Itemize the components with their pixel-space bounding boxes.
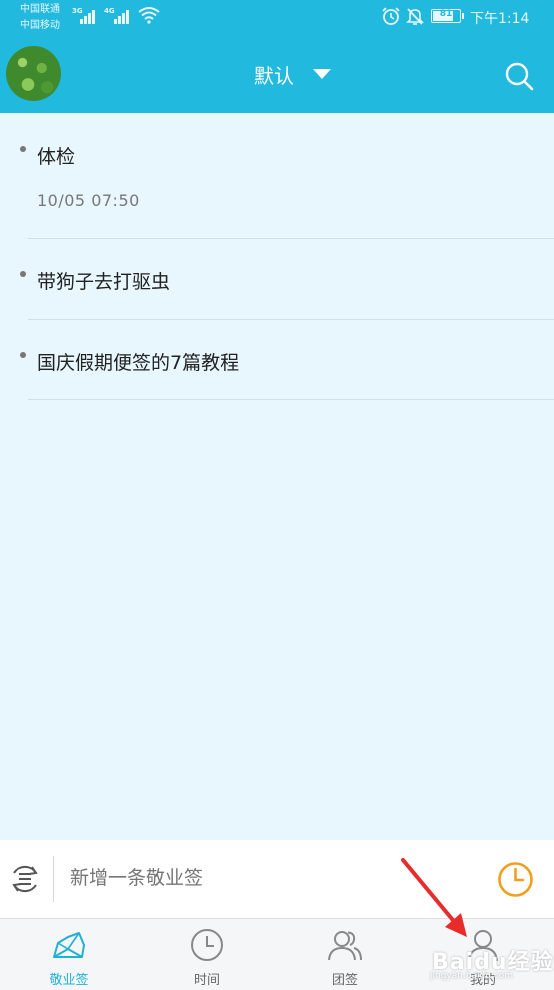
bullet bbox=[20, 352, 26, 358]
tab-team[interactable]: 团签 bbox=[276, 919, 414, 990]
list-item[interactable]: 体检 10/05 07:50 bbox=[0, 113, 554, 239]
clock-icon[interactable] bbox=[497, 861, 534, 898]
carrier-2: 中国移动 bbox=[20, 20, 60, 31]
caret-down-icon[interactable] bbox=[313, 69, 331, 79]
list-item[interactable]: 带狗子去打驱虫 bbox=[0, 239, 554, 320]
tab-label: 团签 bbox=[331, 973, 358, 988]
bullet bbox=[20, 271, 26, 277]
note-title: 体检 bbox=[37, 146, 76, 168]
note-title: 国庆假期便签的7篇教程 bbox=[37, 352, 240, 374]
signal-icon bbox=[114, 8, 134, 24]
battery-icon: 81 bbox=[431, 9, 461, 23]
battery-level: 81 bbox=[439, 9, 453, 19]
team-icon bbox=[328, 931, 362, 961]
tab-label: 敬业签 bbox=[49, 973, 89, 988]
search-icon[interactable] bbox=[503, 60, 535, 92]
clock-icon bbox=[191, 929, 223, 961]
alarm-icon bbox=[382, 7, 400, 25]
wifi-icon bbox=[138, 7, 160, 24]
annotation-arrow-icon bbox=[401, 858, 467, 937]
mute-bell-icon bbox=[406, 8, 424, 25]
notes-icon bbox=[53, 932, 85, 958]
category-title[interactable]: 默认 bbox=[254, 60, 294, 89]
tab-notes[interactable]: 敬业签 bbox=[0, 919, 138, 990]
sort-cycle-icon[interactable] bbox=[8, 862, 42, 896]
new-note-input[interactable] bbox=[70, 868, 450, 890]
bullet bbox=[20, 146, 26, 152]
signal-icon bbox=[80, 8, 100, 24]
note-title: 带狗子去打驱虫 bbox=[37, 271, 171, 293]
tab-time[interactable]: 时间 bbox=[138, 919, 276, 990]
note-time: 10/05 07:50 bbox=[37, 191, 140, 210]
separator bbox=[53, 856, 54, 902]
watermark-url: jingyan.baidu.com bbox=[430, 971, 514, 981]
status-bar: 中国联通 中国移动 3G 4G 81 下午1:14 bbox=[0, 0, 554, 36]
divider bbox=[28, 399, 554, 400]
note-list: 体检 10/05 07:50 带狗子去打驱虫 国庆假期便签的7篇教程 bbox=[0, 113, 554, 400]
tab-label: 时间 bbox=[193, 973, 220, 988]
status-time: 下午1:14 bbox=[470, 11, 530, 27]
top-bar: 中国联通 中国移动 3G 4G 81 下午1:14 默认 bbox=[0, 0, 554, 113]
carrier-1: 中国联通 bbox=[20, 4, 60, 15]
avatar[interactable] bbox=[6, 46, 61, 101]
list-item[interactable]: 国庆假期便签的7篇教程 bbox=[0, 320, 554, 400]
